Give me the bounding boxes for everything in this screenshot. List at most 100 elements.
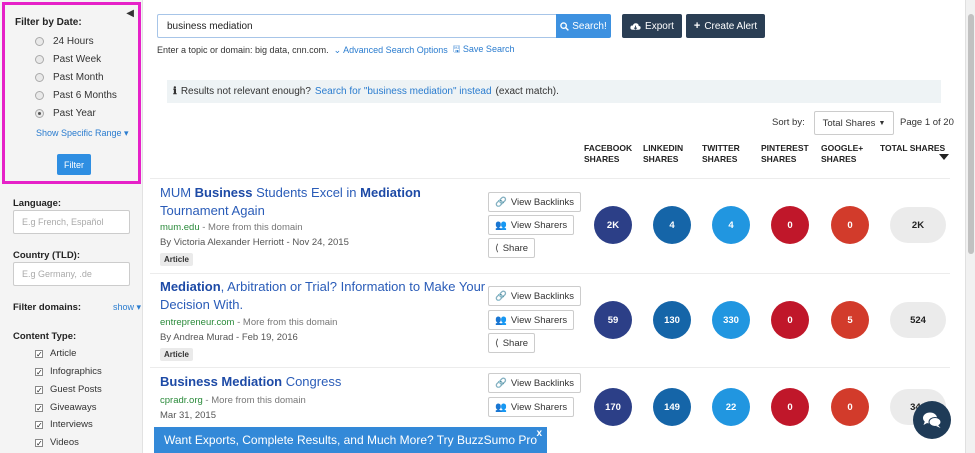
view-sharers-button[interactable]: 👥 View Sharers: [488, 215, 575, 235]
result-title-0[interactable]: MUM Business Students Excel in Mediation…: [160, 184, 490, 220]
save-search-link[interactable]: 🖫 Save Search: [453, 42, 515, 58]
radio-selected-icon[interactable]: [35, 109, 44, 118]
linkedin-shares-count: 130: [653, 301, 691, 339]
linkedin-shares-count: 149: [653, 388, 691, 426]
content-type-infographics[interactable]: ✓ Infographics: [35, 366, 102, 377]
show-specific-range-link[interactable]: Show Specific Range ▾: [36, 128, 129, 139]
column-header-facebook[interactable]: FACEBOOK SHARES: [584, 143, 632, 165]
title-text[interactable]: Tournament Again: [160, 203, 265, 218]
column-header-google-plus[interactable]: GOOGLE+ SHARES: [821, 143, 863, 165]
title-keyword[interactable]: Business Mediation: [160, 374, 282, 389]
date-option-past-month[interactable]: Past Month: [35, 72, 104, 83]
pinterest-shares-count: 0: [771, 301, 809, 339]
country-input[interactable]: [13, 262, 130, 286]
page-scrollbar[interactable]: [965, 0, 975, 453]
relevance-notice: ℹ Results not relevant enough? Search fo…: [167, 80, 941, 103]
content-type-badge: Article: [160, 253, 193, 266]
language-label: Language:: [13, 198, 62, 209]
google-plus-shares-count: 0: [831, 206, 869, 244]
chat-bubbles-icon: [923, 412, 942, 428]
checkbox-checked-icon[interactable]: ✓: [35, 349, 43, 358]
view-sharers-button[interactable]: 👥 View Sharers: [488, 310, 575, 330]
advanced-search-link[interactable]: ⌄ Advanced Search Options: [334, 45, 448, 56]
checkbox-checked-icon[interactable]: ✓: [35, 438, 43, 447]
content-type-article[interactable]: ✓ Article: [35, 348, 76, 359]
info-icon: ℹ: [173, 86, 177, 97]
column-header-linkedin[interactable]: LINKEDIN SHARES: [643, 143, 683, 165]
content-type-guest-posts[interactable]: ✓ Guest Posts: [35, 384, 102, 395]
exact-match-search-link[interactable]: Search for "business mediation" instead: [315, 86, 492, 97]
scrollbar-thumb[interactable]: [968, 14, 974, 254]
content-type-interviews[interactable]: ✓ Interviews: [35, 419, 93, 430]
checkbox-checked-icon[interactable]: ✓: [35, 385, 43, 394]
result-domain[interactable]: cpradr.org - More from this domain: [160, 395, 306, 406]
radio-icon[interactable]: [35, 91, 44, 100]
title-keyword[interactable]: Business: [195, 185, 253, 200]
users-icon: 👥: [495, 219, 507, 231]
app-root: ◀ Filter by Date: 24 Hours Past Week Pas…: [0, 0, 975, 453]
checkbox-checked-icon[interactable]: ✓: [35, 420, 43, 429]
date-filter-title: Filter by Date:: [15, 17, 82, 28]
upgrade-banner[interactable]: Want Exports, Complete Results, and Much…: [154, 427, 547, 453]
filter-button[interactable]: Filter: [57, 154, 91, 175]
chat-button[interactable]: [913, 401, 951, 439]
radio-icon[interactable]: [35, 73, 44, 82]
date-option-past-6-months[interactable]: Past 6 Months: [35, 90, 117, 101]
share-button[interactable]: ⟨ Share: [488, 238, 536, 258]
view-backlinks-button[interactable]: 🔗 View Backlinks: [488, 286, 582, 306]
date-option-24-hours[interactable]: 24 Hours: [35, 36, 94, 47]
result-byline: Mar 31, 2015: [160, 410, 216, 421]
search-button[interactable]: Search!: [556, 14, 611, 38]
sort-select[interactable]: Total Shares ▼: [814, 111, 894, 135]
content-type-videos[interactable]: ✓ Videos: [35, 437, 79, 448]
collapse-sidebar-icon[interactable]: ◀: [126, 8, 134, 19]
column-header-twitter[interactable]: TWITTER SHARES: [702, 143, 740, 165]
twitter-shares-count: 22: [712, 388, 750, 426]
share-button[interactable]: ⟨ Share: [488, 333, 536, 353]
link-icon: 🔗: [495, 377, 507, 389]
date-option-past-week[interactable]: Past Week: [35, 54, 101, 65]
result-title-1[interactable]: Mediation, Arbitration or Trial? Informa…: [160, 278, 490, 314]
date-option-past-year[interactable]: Past Year: [35, 108, 96, 119]
sort-descending-icon[interactable]: [939, 154, 949, 160]
radio-icon[interactable]: [35, 37, 44, 46]
checkbox-checked-icon[interactable]: ✓: [35, 367, 43, 376]
view-backlinks-button[interactable]: 🔗 View Backlinks: [488, 373, 582, 393]
export-button[interactable]: Export: [622, 14, 682, 38]
radio-icon[interactable]: [35, 55, 44, 64]
cloud-download-icon: [630, 22, 641, 30]
column-header-total-shares[interactable]: TOTAL SHARES: [880, 143, 945, 154]
search-hint: Enter a topic or domain: big data, cnn.c…: [157, 42, 514, 58]
twitter-shares-count: 4: [712, 206, 750, 244]
google-plus-shares-count: 0: [831, 388, 869, 426]
view-backlinks-button[interactable]: 🔗 View Backlinks: [488, 192, 582, 212]
title-keyword[interactable]: Mediation: [360, 185, 421, 200]
create-alert-button[interactable]: + Create Alert: [686, 14, 765, 38]
close-banner-button[interactable]: x: [536, 428, 542, 439]
result-byline: By Victoria Alexander Herriott - Nov 24,…: [160, 237, 349, 248]
title-text[interactable]: Congress: [282, 374, 342, 389]
facebook-shares-count: 59: [594, 301, 632, 339]
title-text[interactable]: MUM: [160, 185, 195, 200]
filter-domains-show-link[interactable]: show ▾: [113, 302, 141, 313]
checkbox-checked-icon[interactable]: ✓: [35, 403, 43, 412]
column-header-pinterest[interactable]: PINTEREST SHARES: [761, 143, 809, 165]
title-keyword[interactable]: Mediation: [160, 279, 221, 294]
users-icon: 👥: [495, 314, 507, 326]
pinterest-shares-count: 0: [771, 206, 809, 244]
content-type-giveaways[interactable]: ✓ Giveaways: [35, 402, 96, 413]
sidebar: ◀ Filter by Date: 24 Hours Past Week Pas…: [0, 0, 143, 453]
view-sharers-button[interactable]: 👥 View Sharers: [488, 397, 575, 417]
plus-icon: +: [693, 20, 701, 32]
content-type-badge: Article: [160, 348, 193, 361]
google-plus-shares-count: 5: [831, 301, 869, 339]
title-text[interactable]: Students Excel in: [252, 185, 360, 200]
result-domain[interactable]: entrepreneur.com - More from this domain: [160, 317, 337, 328]
result-domain[interactable]: mum.edu - More from this domain: [160, 222, 303, 233]
search-input[interactable]: [157, 14, 556, 38]
total-shares-count: 524: [890, 302, 946, 338]
divider: [150, 367, 950, 368]
language-input[interactable]: [13, 210, 130, 234]
result-title-2[interactable]: Business Mediation Congress: [160, 373, 490, 391]
pinterest-shares-count: 0: [771, 388, 809, 426]
